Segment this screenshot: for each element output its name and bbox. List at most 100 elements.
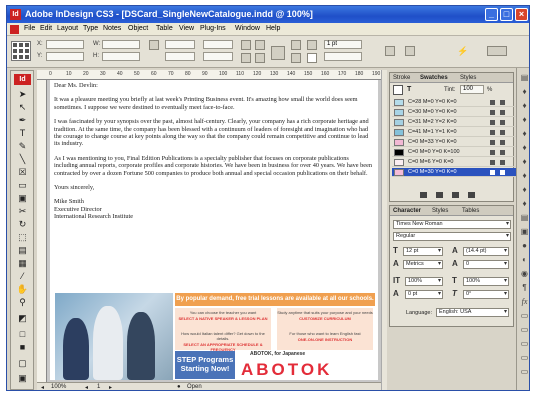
horizontal-ruler[interactable]: 0 10 20 30 40 50 60 70 80 90 100 110 120… xyxy=(37,70,381,80)
y-field[interactable] xyxy=(46,52,84,61)
menu-window[interactable]: Window xyxy=(235,25,260,32)
kerning-dropdown[interactable]: Metrics xyxy=(403,260,443,269)
open-status[interactable]: Open xyxy=(187,384,202,390)
bookmarks-panel-icon[interactable]: ▭ xyxy=(519,324,529,335)
selection-tool-icon[interactable]: ➤ xyxy=(14,89,31,100)
normal-view-icon[interactable]: ▢ xyxy=(14,358,31,369)
reference-point-selector[interactable] xyxy=(11,41,31,61)
preview-mode-icon[interactable]: ▣ xyxy=(14,373,31,384)
fill-swatch-icon[interactable] xyxy=(307,40,317,50)
swatch-item-selected[interactable]: C=0 M=30 Y=0 K=0 xyxy=(392,168,520,177)
horizontal-scale-field[interactable]: 100% xyxy=(463,277,509,286)
letter-text-frame[interactable]: Dear Ms. Devlin: It was a pleasure meeti… xyxy=(54,82,374,221)
constrain-proportions-icon[interactable] xyxy=(149,40,159,50)
stroke-weight-field[interactable]: 1 pt xyxy=(324,40,362,49)
swatch-item[interactable]: C=30 M=0 Y=0 K=0 xyxy=(392,108,520,117)
rotation-field[interactable] xyxy=(203,40,233,49)
lightning-icon[interactable]: ⚡ xyxy=(457,46,468,56)
tab-character[interactable]: Character xyxy=(393,208,421,214)
stroke-swatch-icon[interactable] xyxy=(307,53,317,63)
direct-selection-tool-icon[interactable]: ↖ xyxy=(14,102,31,113)
path-type-icon[interactable] xyxy=(271,46,285,60)
show-all-swatches-icon[interactable] xyxy=(420,192,427,198)
nav-first-icon[interactable]: ◂ xyxy=(41,384,44,390)
layers-panel-icon[interactable]: ♦ xyxy=(519,86,529,97)
menu-notes[interactable]: Notes xyxy=(103,25,121,32)
close-button[interactable]: × xyxy=(515,8,528,21)
tab-character-styles[interactable]: Styles xyxy=(432,208,448,214)
text-formatting-icon[interactable]: T xyxy=(407,86,411,93)
gradient-tool-icon[interactable]: ▤ xyxy=(14,245,31,256)
gradient-panel-icon[interactable]: ♦ xyxy=(519,156,529,167)
swatch-item[interactable]: C=28 M=0 Y=0 K=0 xyxy=(392,98,520,107)
menu-plug-ins[interactable]: Plug-Ins xyxy=(200,25,226,32)
scissors-tool-icon[interactable]: ✂ xyxy=(14,206,31,217)
skew-field[interactable]: 0° xyxy=(463,290,509,299)
text-wrap-icon[interactable] xyxy=(405,46,415,56)
hyperlinks-panel-icon[interactable]: ▭ xyxy=(519,310,529,321)
line-tool-icon[interactable]: ╲ xyxy=(14,154,31,165)
document-canvas[interactable]: Dear Ms. Devlin: It was a pleasure meeti… xyxy=(47,80,381,382)
tint-field[interactable]: 100 xyxy=(460,85,484,94)
formatting-affects-container-icon[interactable]: □ xyxy=(14,329,31,340)
effects-panel-icon[interactable]: ♦ xyxy=(519,184,529,195)
language-dropdown[interactable]: English: USA xyxy=(436,308,509,317)
minimize-button[interactable]: _ xyxy=(485,8,498,21)
menu-type[interactable]: Type xyxy=(83,25,98,32)
document-icon[interactable] xyxy=(10,25,19,34)
swatches-panel-icon[interactable]: ♦ xyxy=(519,142,529,153)
baseline-shift-field[interactable]: 0 pt xyxy=(405,290,443,299)
fill-stroke-proxy-icon[interactable] xyxy=(393,85,403,95)
vertical-scale-field[interactable]: 100% xyxy=(405,277,443,286)
stroke-panel-icon[interactable]: ♦ xyxy=(519,114,529,125)
stroke-type-field[interactable] xyxy=(324,52,362,61)
swatch-item[interactable]: C=31 M=2 Y=2 K=0 xyxy=(392,118,520,127)
rotate-ccw-icon[interactable] xyxy=(241,53,251,63)
color-panel-icon[interactable]: ♦ xyxy=(519,128,529,139)
info-panel-icon[interactable]: ● xyxy=(519,240,529,251)
flip-horizontal-icon[interactable] xyxy=(255,40,265,50)
w-field[interactable] xyxy=(102,40,140,49)
font-family-dropdown[interactable]: Times New Roman xyxy=(393,220,511,229)
swatch-item[interactable]: C=41 M=1 Y=1 K=0 xyxy=(392,128,520,137)
delete-swatch-icon[interactable] xyxy=(468,192,475,198)
show-color-swatches-icon[interactable] xyxy=(436,192,443,198)
scale-x-field[interactable] xyxy=(165,40,195,49)
pencil-tool-icon[interactable]: ✎ xyxy=(14,141,31,152)
select-container-icon[interactable] xyxy=(291,40,301,50)
preflight-panel-icon[interactable]: ▭ xyxy=(519,366,529,377)
navigator-panel-icon[interactable]: ◐ xyxy=(519,254,529,265)
object-styles-panel-icon[interactable]: ◉ xyxy=(519,268,529,279)
type-tool-icon[interactable]: T xyxy=(14,128,31,139)
button-tool-icon[interactable]: ▣ xyxy=(14,193,31,204)
font-style-dropdown[interactable]: Regular xyxy=(393,232,511,241)
hand-tool-icon[interactable]: ✋ xyxy=(14,284,31,295)
swatch-item[interactable]: C=0 M=33 Y=0 K=0 xyxy=(392,138,520,147)
menu-edit[interactable]: Edit xyxy=(40,25,52,32)
pages-panel-icon[interactable]: ▤ xyxy=(519,72,529,83)
advertisement-frame[interactable]: By popular demand, free trial lessons ar… xyxy=(55,293,375,380)
scale-y-field[interactable] xyxy=(165,52,195,61)
menu-object[interactable]: Object xyxy=(128,25,148,32)
next-page-icon[interactable]: ▸ xyxy=(109,384,112,390)
tab-tables[interactable]: Tables xyxy=(462,208,479,214)
rotate-cw-icon[interactable] xyxy=(241,40,251,50)
font-size-field[interactable]: 12 pt xyxy=(403,247,443,256)
index-panel-icon[interactable]: ▭ xyxy=(519,352,529,363)
script-panel-icon[interactable]: fx xyxy=(519,296,529,307)
x-field[interactable] xyxy=(46,40,84,49)
pathfinder-panel-icon[interactable]: ▣ xyxy=(519,226,529,237)
rotate-tool-icon[interactable]: ↻ xyxy=(14,219,31,230)
pen-tool-icon[interactable]: ✒ xyxy=(14,115,31,126)
transparency-panel-icon[interactable]: ♦ xyxy=(519,170,529,181)
tab-styles[interactable]: Styles xyxy=(460,75,476,81)
shear-field[interactable] xyxy=(203,52,233,61)
tab-swatches[interactable]: Swatches xyxy=(420,75,448,81)
maximize-button[interactable]: □ xyxy=(500,8,513,21)
tags-panel-icon[interactable]: ▭ xyxy=(519,338,529,349)
free-transform-tool-icon[interactable]: ⬚ xyxy=(14,232,31,243)
links-panel-icon[interactable]: ♦ xyxy=(519,100,529,111)
rectangle-frame-tool-icon[interactable]: ☒ xyxy=(14,167,31,178)
text-wrap-panel-icon[interactable]: ♦ xyxy=(519,198,529,209)
zoom-level[interactable]: 100% xyxy=(51,384,66,390)
